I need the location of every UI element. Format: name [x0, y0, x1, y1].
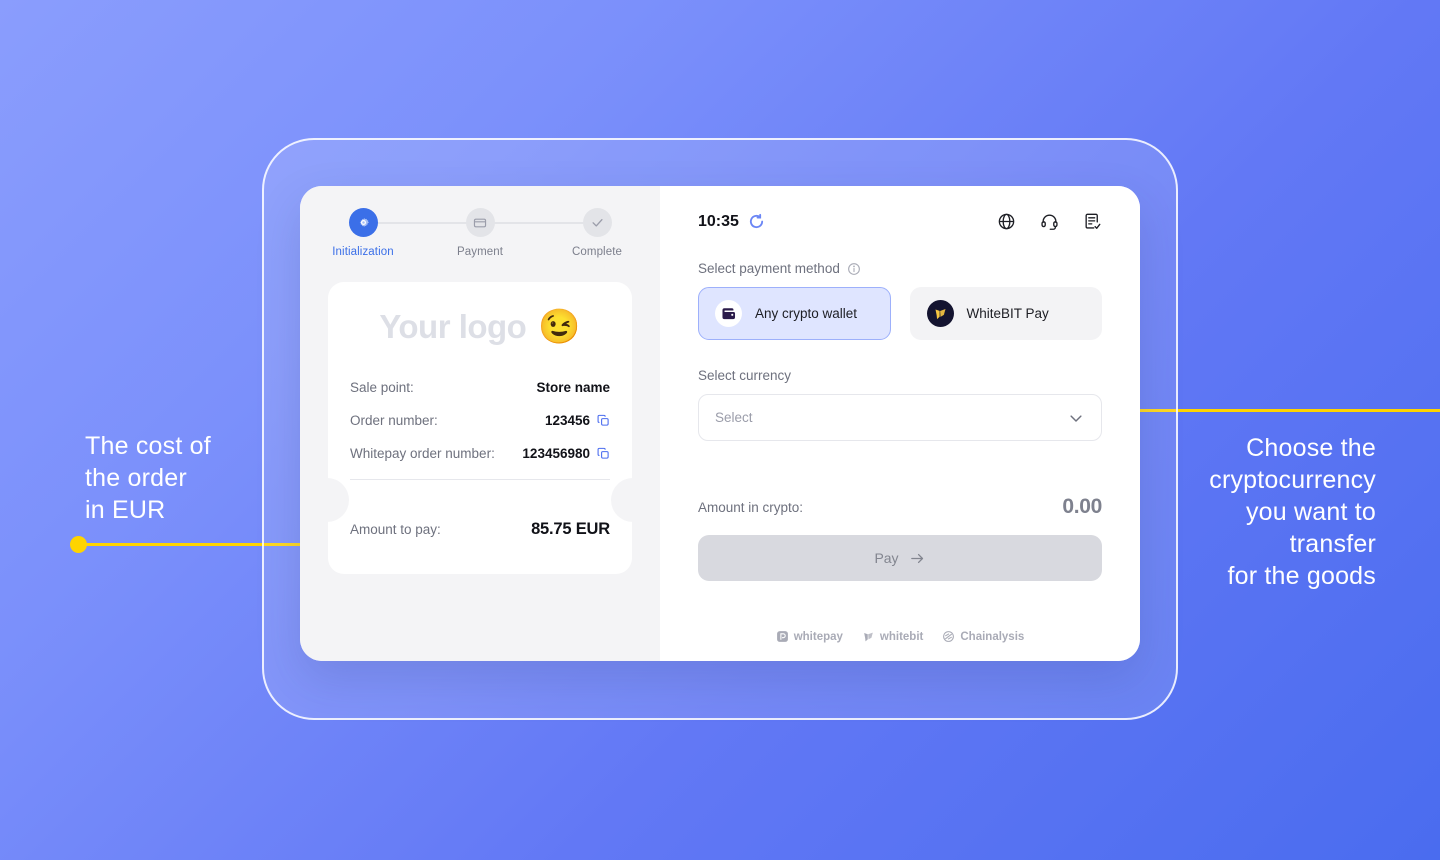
row-sale-point: Sale point: Store name [350, 380, 610, 395]
method-label: Any crypto wallet [755, 306, 858, 321]
check-icon [582, 208, 612, 237]
chainalysis-logo-label: Chainalysis [960, 630, 1025, 643]
pay-button-label: Pay [874, 550, 899, 566]
step-initialization[interactable]: Initialization [328, 208, 398, 258]
leader-dot [70, 536, 87, 553]
wink-emoji-icon: 😉 [538, 308, 581, 346]
payment-method-options: Any crypto wallet WhiteBIT Pay [698, 287, 1102, 340]
payment-pane: 10:35 Select payment method Any crypto w… [660, 186, 1140, 661]
receipt-notch-right [611, 478, 633, 522]
method-any-crypto-wallet[interactable]: Any crypto wallet [698, 287, 891, 340]
row-value: 123456 [544, 413, 590, 428]
amount-to-pay-label: Amount to pay: [350, 522, 441, 537]
refresh-spinner-icon [748, 213, 765, 230]
row-label: Whitepay order number: [350, 446, 495, 461]
row-order-number: Order number: 123456 [350, 413, 610, 428]
chainalysis-logo: Chainalysis [942, 630, 1024, 643]
payment-method-label-row: Select payment method [698, 261, 1102, 276]
whitepay-logo: whitepay [776, 630, 843, 643]
order-summary-pane: Initialization Payment Complete Your log… [300, 186, 660, 661]
header-actions [997, 212, 1102, 231]
row-whitepay-order-number: Whitepay order number: 123456980 [350, 446, 610, 461]
row-value-group: Store name [536, 380, 610, 395]
step-payment[interactable]: Payment [445, 208, 515, 258]
whitebit-logo-label: whitebit [879, 630, 924, 643]
session-timer: 10:35 [698, 213, 765, 231]
credit-card-icon [465, 208, 495, 237]
whitebit-logo-icon [862, 630, 875, 643]
payment-widget: Initialization Payment Complete Your log… [300, 186, 1140, 661]
row-label: Order number: [350, 413, 438, 428]
method-whitebit-pay[interactable]: WhiteBIT Pay [909, 287, 1102, 340]
gear-icon [348, 208, 378, 237]
currency-select-value: Select [715, 410, 753, 425]
step-complete[interactable]: Complete [562, 208, 632, 258]
currency-label-row: Select currency [698, 368, 1102, 383]
partner-logos: whitepay whitebit Chainalysis [660, 630, 1140, 643]
currency-label: Select currency [698, 368, 792, 383]
row-value: 123456980 [522, 446, 590, 461]
row-value: Store name [536, 380, 610, 395]
merchant-logo: Your logo 😉 [350, 308, 610, 346]
progress-stepper: Initialization Payment Complete [328, 208, 632, 270]
document-check-icon[interactable] [1083, 212, 1102, 231]
whitepay-logo-label: whitepay [793, 630, 843, 643]
timer-value: 10:35 [698, 212, 739, 230]
merchant-logo-text: Your logo [379, 308, 527, 345]
panel-header: 10:35 [698, 212, 1102, 231]
method-label: WhiteBIT Pay [966, 306, 1049, 321]
row-label: Sale point: [350, 380, 414, 395]
receipt-notch-left [327, 478, 349, 522]
amount-in-crypto-row: Amount in crypto: 0.00 [698, 495, 1102, 519]
step-label: Complete [571, 246, 623, 258]
whitepay-logo-icon [776, 630, 789, 643]
receipt-card: Your logo 😉 Sale point: Store name Order… [327, 282, 633, 574]
amount-in-crypto-label: Amount in crypto: [698, 499, 804, 515]
copy-icon[interactable] [597, 447, 610, 460]
annotation-right-text: Choose the cryptocurrency you want to tr… [1209, 434, 1376, 590]
globe-icon[interactable] [997, 212, 1016, 231]
headset-support-icon[interactable] [1040, 212, 1059, 231]
arrow-right-icon [909, 550, 926, 567]
chainalysis-logo-icon [942, 630, 955, 643]
amount-in-crypto-value: 0.00 [1062, 495, 1102, 518]
amount-to-pay-row: Amount to pay: 85.75 EUR [350, 520, 610, 539]
chevron-down-icon [1067, 409, 1085, 427]
receipt-divider [350, 479, 610, 480]
payment-method-label: Select payment method [698, 261, 840, 276]
pay-button[interactable]: Pay [698, 535, 1102, 581]
whitebit-icon [926, 300, 954, 327]
amount-to-pay-value: 85.75 EUR [531, 520, 610, 538]
annotation-left-text: The cost of the order in EUR [85, 432, 211, 524]
row-value-group: 123456 [545, 413, 610, 428]
step-label: Payment [456, 246, 504, 258]
page-background: The cost of the order in EUR Choose the … [0, 0, 1440, 860]
row-value-group: 123456980 [522, 446, 610, 461]
info-icon[interactable] [847, 262, 861, 276]
whitebit-logo: whitebit [862, 630, 923, 643]
wallet-icon [715, 300, 742, 327]
currency-select[interactable]: Select [698, 394, 1102, 441]
step-label: Initialization [332, 246, 394, 258]
copy-icon[interactable] [597, 414, 610, 427]
